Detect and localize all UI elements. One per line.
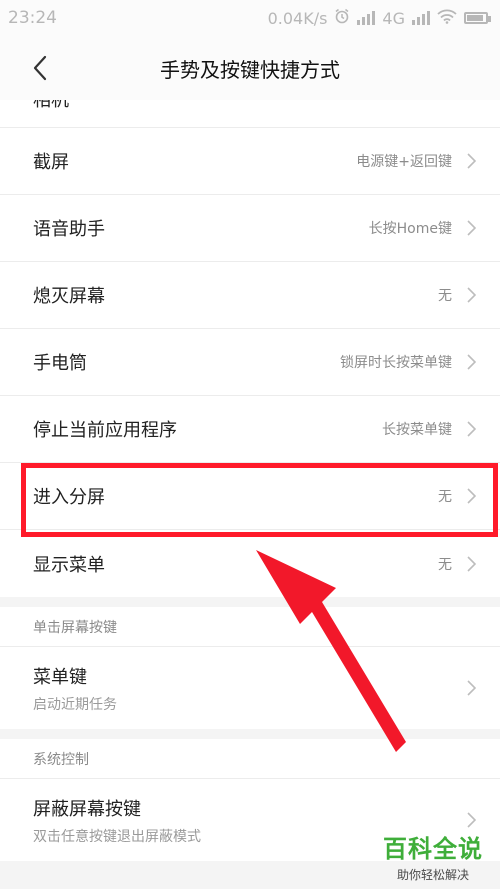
row-label: 熄灭屏幕 bbox=[33, 286, 105, 307]
gesture-group: 相机 截屏 电源键+返回键 语音助手 长按Home键 熄灭屏幕无手电筒 锁屏时长按菜单键停… bbox=[0, 100, 500, 597]
section-header-system: 系统控制 bbox=[0, 739, 500, 779]
row-show-menu[interactable]: 显示菜单 无 bbox=[0, 530, 500, 597]
row-voice-assistant[interactable]: 语音助手 长按Home键 bbox=[0, 195, 500, 262]
watermark-subtitle: 助你轻松解决 bbox=[396, 868, 469, 882]
chevron-right-icon bbox=[466, 153, 476, 169]
row-value: 无 bbox=[438, 489, 452, 505]
partial-row[interactable]: 相机 bbox=[0, 100, 500, 128]
battery-icon bbox=[464, 12, 491, 24]
network-type: 4G bbox=[382, 8, 405, 28]
title-bar: 手势及按键快捷方式 bbox=[0, 36, 500, 100]
row-screenshot[interactable]: 截屏 电源键+返回键 bbox=[0, 128, 500, 195]
chevron-right-icon bbox=[466, 354, 476, 370]
chevron-left-icon bbox=[33, 55, 47, 81]
status-bar: 23:24 0.04K/s 4G bbox=[0, 0, 500, 36]
page-title: 手势及按键快捷方式 bbox=[160, 57, 340, 82]
status-icons: 0.04K/s 4G bbox=[267, 8, 491, 28]
back-button[interactable] bbox=[22, 50, 58, 86]
status-time: 23:24 bbox=[8, 8, 57, 28]
chevron-right-icon bbox=[466, 555, 476, 572]
chevron-right-icon bbox=[466, 680, 476, 696]
signal-icon bbox=[357, 11, 376, 25]
row-screen-off[interactable]: 熄灭屏幕 无 bbox=[0, 262, 500, 329]
section-header-single-tap: 单击屏幕按键 bbox=[0, 607, 500, 647]
signal-icon-2 bbox=[412, 11, 430, 25]
row-value: 无 bbox=[438, 288, 452, 304]
row-split-screen[interactable]: 进入分屏 无 bbox=[0, 463, 500, 530]
row-value: 长按Home键 bbox=[368, 221, 452, 237]
row-label: 语音助手 bbox=[33, 219, 105, 240]
row-value: 电源键+返回键 bbox=[356, 154, 452, 170]
chevron-right-icon bbox=[466, 421, 476, 437]
menu-key-row[interactable]: 菜单键 启动近期任务 bbox=[0, 647, 500, 729]
menu-key-label: 菜单键 bbox=[33, 666, 87, 688]
alarm-icon bbox=[334, 8, 350, 28]
row-label: 进入分屏 bbox=[33, 487, 105, 508]
row-label: 手电筒 bbox=[33, 353, 87, 374]
block-keys-label: 屏蔽屏幕按键 bbox=[33, 798, 141, 820]
section-gap bbox=[0, 597, 500, 607]
row-label: 停止当前应用程序 bbox=[33, 420, 177, 441]
row-label: 显示菜单 bbox=[33, 554, 105, 576]
settings-list: 相机 截屏 电源键+返回键 语音助手 长按Home键 熄灭屏幕无手电筒 锁屏时长按菜单键停… bbox=[0, 100, 500, 861]
single-tap-group: 单击屏幕按键 菜单键 启动近期任务 bbox=[0, 607, 500, 729]
row-value: 锁屏时长按菜单键 bbox=[340, 355, 452, 371]
menu-key-sub: 启动近期任务 bbox=[33, 696, 117, 713]
row-flashlight[interactable]: 手电筒 锁屏时长按菜单键 bbox=[0, 329, 500, 396]
row-value: 无 bbox=[438, 556, 452, 573]
wifi-icon bbox=[437, 9, 457, 28]
chevron-right-icon bbox=[466, 812, 476, 828]
watermark-logo: 百科全说 助你轻松解决 bbox=[374, 829, 492, 883]
network-speed: 0.04K/s bbox=[267, 8, 328, 28]
chevron-right-icon bbox=[466, 287, 476, 303]
chevron-right-icon bbox=[466, 220, 476, 236]
row-label: 截屏 bbox=[33, 152, 69, 173]
chevron-right-icon bbox=[466, 488, 476, 504]
row-stop-app[interactable]: 停止当前应用程序 长按菜单键 bbox=[0, 396, 500, 463]
section-gap-2 bbox=[0, 729, 500, 739]
row-value: 长按菜单键 bbox=[382, 422, 452, 438]
watermark-title: 百科全说 bbox=[383, 835, 483, 863]
partial-row-label: 相机 bbox=[33, 100, 69, 111]
